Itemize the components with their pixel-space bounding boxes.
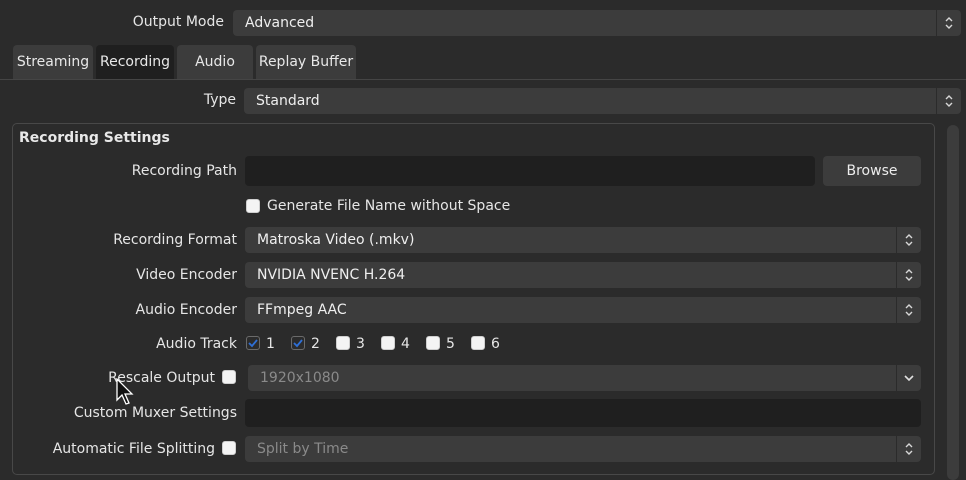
up-down-arrows-icon xyxy=(896,227,921,253)
track-6-label: 6 xyxy=(491,336,500,352)
video-encoder-value: NVIDIA NVENC H.264 xyxy=(257,267,406,283)
type-select[interactable]: Standard xyxy=(244,88,961,114)
track-2-checkbox[interactable] xyxy=(291,336,305,350)
audio-encoder-value: FFmpeg AAC xyxy=(257,302,347,318)
generate-filename-label: Generate File Name without Space xyxy=(267,198,511,214)
custom-muxer-input[interactable] xyxy=(245,399,921,427)
tab-replay-buffer[interactable]: Replay Buffer xyxy=(256,45,356,79)
up-down-arrows-icon xyxy=(936,10,961,36)
video-encoder-select[interactable]: NVIDIA NVENC H.264 xyxy=(245,262,921,288)
type-label: Type xyxy=(203,92,236,108)
rescale-resolution-select[interactable]: 1920x1080 xyxy=(248,365,921,391)
track-5-label: 5 xyxy=(446,336,455,352)
recording-format-label: Recording Format xyxy=(113,232,237,248)
up-down-arrows-icon xyxy=(896,262,921,288)
recording-format-value: Matroska Video (.mkv) xyxy=(257,232,415,248)
track-4-checkbox[interactable] xyxy=(381,336,395,350)
recording-path-label: Recording Path xyxy=(131,163,237,179)
track-5-checkbox[interactable] xyxy=(426,336,440,350)
track-2-label: 2 xyxy=(311,336,320,352)
recording-path-input[interactable] xyxy=(245,156,815,186)
auto-split-value: Split by Time xyxy=(257,441,349,457)
audio-encoder-label: Audio Encoder xyxy=(135,302,237,318)
tab-streaming[interactable]: Streaming xyxy=(13,45,93,79)
output-mode-label: Output Mode xyxy=(132,14,224,30)
up-down-arrows-icon xyxy=(936,88,961,114)
browse-button[interactable]: Browse xyxy=(823,156,921,186)
mouse-cursor-icon xyxy=(116,378,134,405)
track-1-label: 1 xyxy=(266,336,275,352)
recording-format-select[interactable]: Matroska Video (.mkv) xyxy=(245,227,921,253)
audio-track-label: Audio Track xyxy=(156,336,237,352)
vertical-scrollbar[interactable] xyxy=(947,125,959,480)
track-3-checkbox[interactable] xyxy=(336,336,350,350)
checkmark-icon xyxy=(293,339,303,348)
group-title: Recording Settings xyxy=(19,130,170,146)
audio-encoder-select[interactable]: FFmpeg AAC xyxy=(245,297,921,323)
track-3-label: 3 xyxy=(356,336,365,352)
rescale-resolution-value: 1920x1080 xyxy=(260,370,340,386)
auto-split-label: Automatic File Splitting xyxy=(52,441,215,457)
track-6-checkbox[interactable] xyxy=(471,336,485,350)
tab-audio[interactable]: Audio xyxy=(177,45,253,79)
chevron-down-icon xyxy=(896,365,921,391)
up-down-arrows-icon xyxy=(896,297,921,323)
generate-filename-checkbox[interactable] xyxy=(246,199,260,213)
rescale-output-checkbox[interactable] xyxy=(222,370,236,384)
tab-divider xyxy=(0,79,966,80)
type-value: Standard xyxy=(256,93,320,109)
output-mode-select[interactable]: Advanced xyxy=(233,10,961,36)
output-mode-value: Advanced xyxy=(245,15,315,31)
auto-split-select[interactable]: Split by Time xyxy=(245,436,921,462)
checkmark-icon xyxy=(248,339,258,348)
track-1-checkbox[interactable] xyxy=(246,336,260,350)
video-encoder-label: Video Encoder xyxy=(136,267,237,283)
track-4-label: 4 xyxy=(401,336,410,352)
tab-recording[interactable]: Recording xyxy=(96,45,174,79)
custom-muxer-label: Custom Muxer Settings xyxy=(73,405,237,421)
auto-split-checkbox[interactable] xyxy=(222,441,236,455)
up-down-arrows-icon xyxy=(896,436,921,462)
